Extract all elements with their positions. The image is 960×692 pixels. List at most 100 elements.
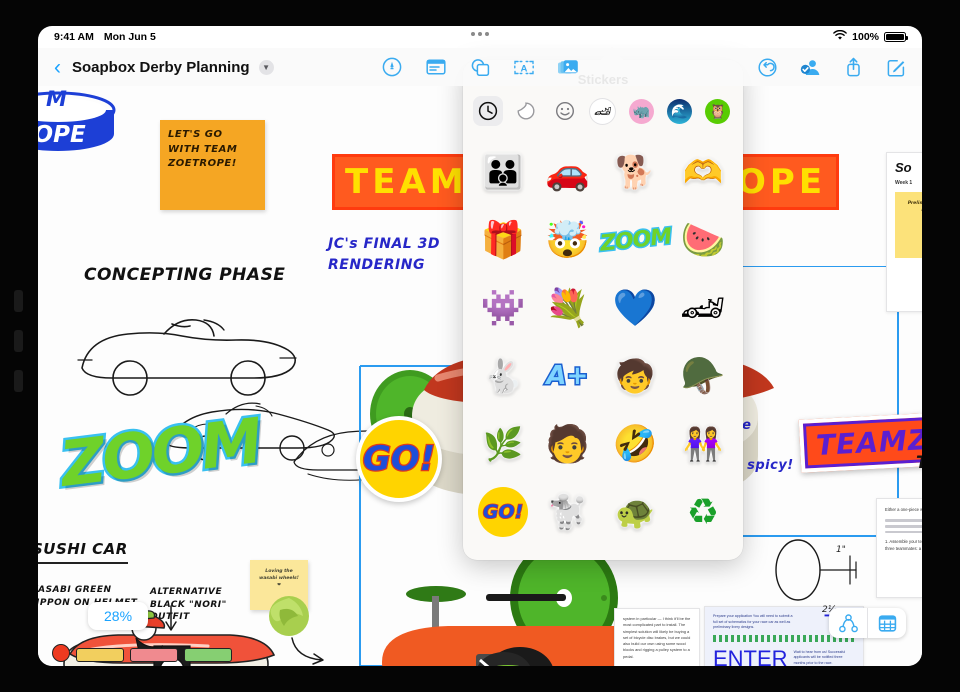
car-number: 5 — [168, 663, 176, 666]
swatch-red[interactable] — [52, 644, 70, 662]
emoji-tab[interactable] — [550, 96, 580, 126]
sticker-kid-portrait[interactable]: 🧒 — [615, 360, 655, 392]
zoom-graffiti-art[interactable]: ZOOM — [54, 402, 266, 504]
sticker-blue-heart[interactable]: 💙 — [613, 290, 658, 326]
app-stickers-pink-tab[interactable]: 🦏 — [626, 96, 656, 126]
photos-stack-tool[interactable] — [556, 56, 580, 78]
app-stickers-green-tab[interactable]: 🦉 — [703, 96, 733, 126]
zoom-level-indicator[interactable]: 28% — [88, 602, 149, 630]
sticker-zoom-word[interactable]: ZOOM — [597, 222, 673, 257]
swatch-green[interactable] — [184, 648, 232, 662]
sticker-dog-standing[interactable]: 🐕 — [615, 156, 655, 188]
sticker-grid[interactable]: 👪 🚗 🐕 🫶 🎁 🤯 ZOOM 🍉 👾 💐 💙 🏎 🐇 A+ 🧒 🪖 🌿 🧑 … — [463, 134, 743, 560]
sticky-note-yellow-text: Loving the wasabi wheels! ❤ — [259, 569, 299, 589]
battery-percent: 100% — [852, 31, 879, 43]
document-week-label: Week 1 — [895, 180, 913, 186]
go-sticker[interactable]: GO! — [356, 416, 442, 502]
chevron-down-icon[interactable]: ▼ — [258, 59, 274, 75]
sticker-watermelon[interactable]: 🍉 — [680, 222, 725, 258]
sticky-note-orange-text: LET'S GO WITH TEAM ZOETROPE! — [168, 129, 238, 169]
app-stickers-blue-tab[interactable]: 🌊 — [665, 96, 695, 126]
teamz-sticker[interactable]: TEAMZ — [798, 412, 922, 473]
sticky-note-orange[interactable]: LET'S GO WITH TEAM ZOETROPE! — [160, 120, 265, 210]
screen: 9:41 AM Mon Jun 5 100% ‹ Soapbox Derby P… — [38, 26, 922, 666]
banner-team[interactable]: TEAM — [332, 154, 481, 210]
sticker-monster-mouth[interactable]: 👾 — [481, 290, 526, 326]
peel-stickers-tab[interactable] — [511, 96, 541, 126]
status-date: Mon Jun 5 — [103, 31, 156, 43]
tool-group-center: A — [380, 56, 580, 78]
label-team: TEAM — [916, 453, 922, 474]
bottom-right-toolbar — [829, 608, 906, 638]
sticker-family-photo[interactable]: 👪 — [483, 156, 523, 188]
ipad-device: 9:41 AM Mon Jun 5 100% ‹ Soapbox Derby P… — [0, 0, 960, 692]
sticker-red-car[interactable]: 🚗 — [545, 154, 590, 190]
sticker-flaming-car[interactable]: 🏎 — [680, 290, 726, 326]
sushi-car-underline — [38, 562, 128, 564]
chevron-left-icon[interactable]: ‹ — [52, 57, 63, 78]
sticker-category-tabs: 🏎 🦏 🌊 🦉 — [463, 96, 743, 134]
document-sticky-text: Preliminary design meeting — [907, 201, 922, 213]
swatch-yellow[interactable] — [76, 648, 124, 662]
race-car-app-icon: 🏎 — [590, 98, 616, 124]
sticker-red-helmet[interactable]: 🪖 — [680, 358, 725, 394]
sticker-mind-blown-memoji[interactable]: 🤯 — [545, 222, 590, 258]
sticker-go-badge[interactable]: GO! — [478, 487, 529, 537]
document-notes-body: system in particular — I think it'll be … — [623, 616, 691, 659]
form-word-enter: ENTER — [713, 645, 788, 666]
text-box-a-tool[interactable]: A — [512, 56, 536, 78]
power-button[interactable] — [14, 370, 23, 392]
connector-tool[interactable] — [829, 608, 867, 638]
document-card-entry[interactable]: Either a one-piece with a wasabi green t… — [876, 498, 922, 598]
wifi-icon — [833, 29, 847, 44]
svg-text:OOPE: OOPE — [38, 122, 86, 148]
document-title: So — [895, 160, 912, 175]
sticker-monstera-leaf[interactable]: 🌿 — [483, 428, 523, 460]
app-stickers-car-tab[interactable]: 🏎 — [588, 96, 618, 126]
markup-pen-tool[interactable] — [380, 56, 404, 78]
sticker-heart-hands[interactable]: 🫶 — [683, 156, 723, 188]
blue-landscape-app-icon: 🌊 — [667, 98, 693, 124]
sticker-friends-photo[interactable]: 👭 — [683, 428, 723, 460]
svg-text:A: A — [521, 63, 528, 74]
form-note-right: Wait to hear from us! Successful applica… — [793, 649, 846, 665]
volume-down-button[interactable] — [14, 330, 23, 352]
tool-group-right — [755, 56, 908, 78]
clock-icon — [478, 101, 498, 121]
shapes-tool[interactable] — [468, 56, 492, 78]
sticker-rabbit[interactable]: 🐇 — [483, 360, 523, 392]
sticker-a-plus[interactable]: A+ — [545, 360, 590, 393]
sticker-thinking-memoji[interactable]: 🧑 — [545, 426, 590, 462]
grid-view-toggle[interactable] — [868, 608, 906, 638]
volume-up-button[interactable] — [14, 290, 23, 312]
svg-text:1": 1" — [836, 545, 846, 555]
sticker-dog-sunglasses[interactable]: 🐩 — [547, 496, 587, 528]
stickers-popover[interactable]: Stickers — [463, 60, 743, 560]
document-sticky-note[interactable]: Preliminary design meeting — [895, 192, 922, 258]
document-card-right[interactable]: So Week 1 Preliminary design meeting — [886, 152, 922, 312]
color-swatch-bar — [52, 644, 232, 662]
swatch-pink[interactable] — [130, 648, 178, 662]
compose-button[interactable] — [884, 56, 908, 78]
note-card-tool[interactable] — [424, 56, 448, 78]
sticker-gift-box[interactable]: 🎁 — [481, 222, 526, 258]
sticker-recycle[interactable]: ♻ — [687, 494, 719, 530]
status-time: 9:41 AM — [54, 31, 94, 43]
document-card-notes[interactable]: system in particular — I think it'll be … — [614, 608, 700, 666]
entry-note-text: Either a one-piece with a wasabi green t… — [885, 507, 922, 512]
recents-tab[interactable] — [473, 96, 503, 126]
sticker-rofl-emoji[interactable]: 🤣 — [613, 426, 658, 462]
peel-sticker-icon — [517, 102, 535, 120]
undo-button[interactable] — [755, 56, 779, 78]
green-owl-app-icon: 🦉 — [705, 98, 731, 124]
battery-icon — [884, 32, 908, 42]
tool-sketch-detail[interactable] — [916, 606, 922, 666]
share-button[interactable] — [841, 56, 865, 78]
sticker-tortoise[interactable]: 🐢 — [615, 496, 655, 528]
sticker-flower-bouquet[interactable]: 💐 — [545, 290, 590, 326]
collaborate-button[interactable] — [798, 56, 822, 78]
svg-text:M: M — [46, 88, 67, 111]
nav-bar: ‹ Soapbox Derby Planning ▼ A — [38, 48, 922, 86]
page-title: Soapbox Derby Planning — [72, 58, 250, 76]
zoetrope-ring-logo[interactable]: M OOPE — [38, 87, 130, 176]
